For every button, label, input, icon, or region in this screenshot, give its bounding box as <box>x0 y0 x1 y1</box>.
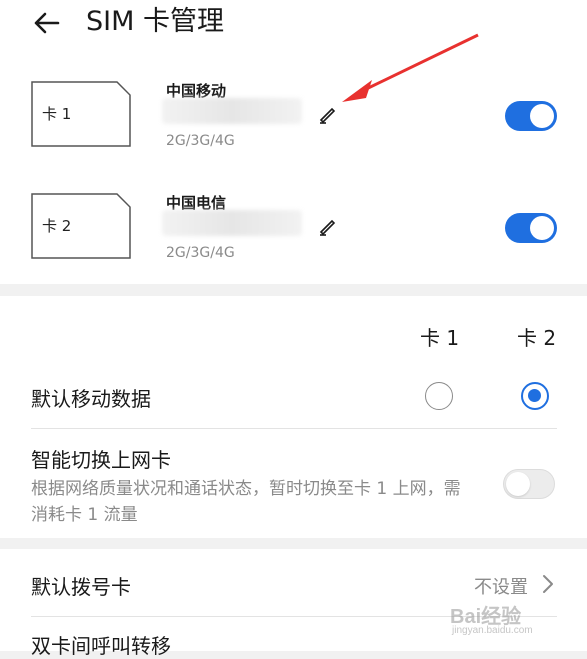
sim2-enable-toggle[interactable] <box>505 213 557 243</box>
smart-switch-description: 根据网络质量状况和通话状态，暂时切换至卡 1 上网，需消耗卡 1 流量 <box>31 479 461 525</box>
chevron-right-icon <box>541 574 555 594</box>
default-data-label: 默认移动数据 <box>31 387 151 411</box>
smart-switch-title: 智能切换上网卡 <box>31 448 171 472</box>
sim-card-list: 卡 1 中国移动 2G/3G/4G 卡 2 中国电信 2G/3G/4G <box>0 58 587 284</box>
page-title: SIM 卡管理 <box>86 6 224 37</box>
edit-pencil-icon[interactable] <box>317 104 339 126</box>
back-arrow-icon[interactable] <box>30 6 64 40</box>
default-dial-value[interactable]: 不设置 <box>474 573 528 599</box>
sim-card-icon: 卡 2 <box>31 193 131 259</box>
column-header-card2: 卡 2 <box>517 326 557 350</box>
data-settings: 卡 1 卡 2 默认移动数据 智能切换上网卡 根据网络质量状况和通话状态，暂时切… <box>0 296 587 538</box>
phone-number-redacted <box>162 210 302 236</box>
app-header: SIM 卡管理 <box>0 0 587 58</box>
default-dial-label[interactable]: 默认拨号卡 <box>31 571 131 600</box>
sim-row-1: 卡 1 中国移动 2G/3G/4G <box>0 58 587 170</box>
sim-card-icon: 卡 1 <box>31 81 131 147</box>
edit-pencil-icon[interactable] <box>317 216 339 238</box>
phone-number-redacted <box>162 98 302 124</box>
network-type: 2G/3G/4G <box>166 245 235 261</box>
divider <box>31 428 557 429</box>
watermark-url: jingyan.baidu.com <box>452 625 533 636</box>
toggle-knob <box>530 216 554 240</box>
toggle-knob <box>530 104 554 128</box>
network-type: 2G/3G/4G <box>166 133 235 149</box>
sim-icon-label: 卡 1 <box>42 105 72 123</box>
smart-switch-toggle[interactable] <box>503 469 555 499</box>
column-header-card1: 卡 1 <box>420 326 460 350</box>
default-data-card1-radio[interactable] <box>425 382 453 410</box>
sim-row-2: 卡 2 中国电信 2G/3G/4G <box>0 170 587 282</box>
sim1-enable-toggle[interactable] <box>505 101 557 131</box>
toggle-knob <box>506 472 530 496</box>
sim-icon-label: 卡 2 <box>42 217 72 235</box>
call-forward-label[interactable]: 双卡间呼叫转移 <box>31 630 171 659</box>
default-data-card2-radio[interactable] <box>521 382 549 410</box>
